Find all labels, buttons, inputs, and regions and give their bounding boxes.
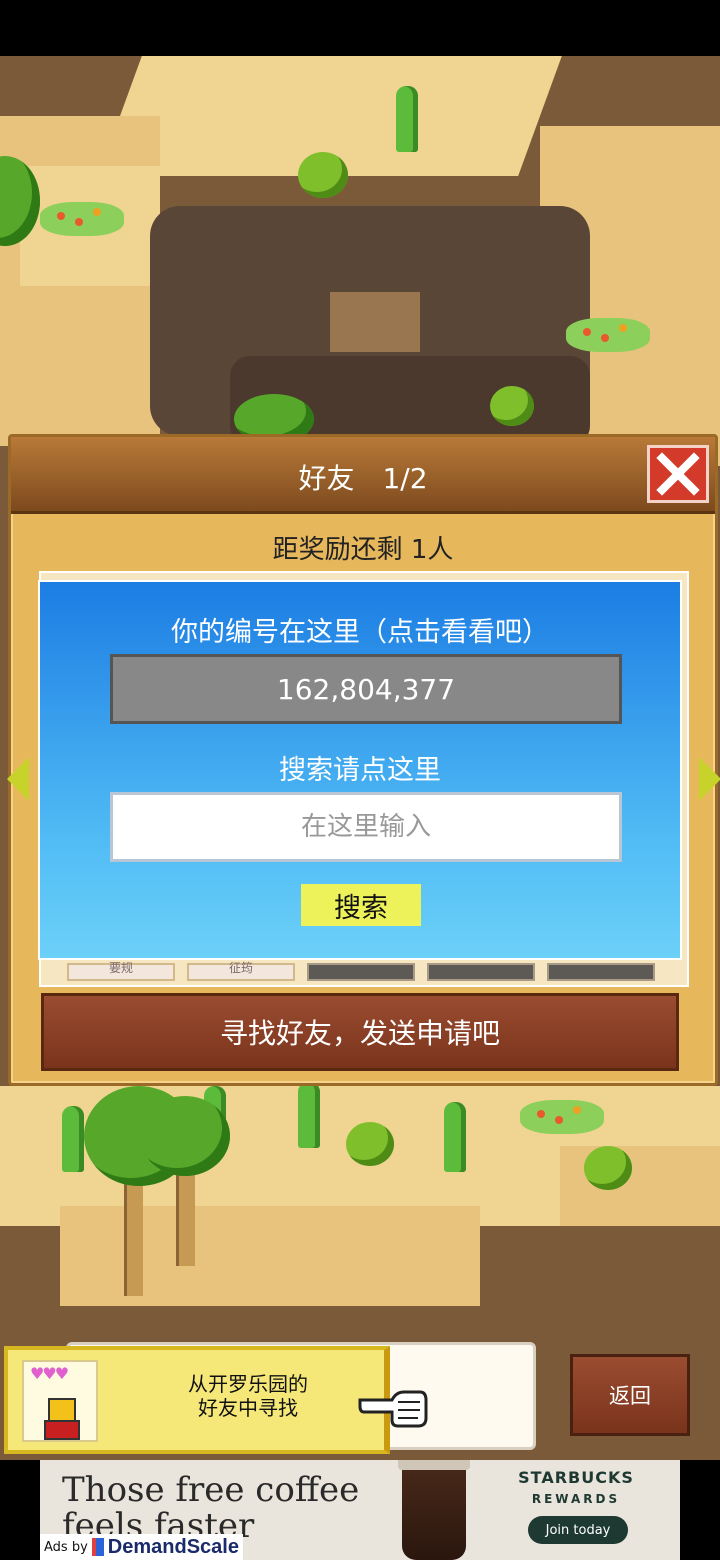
dialog-title: 好友 1/2 (298, 462, 428, 495)
search-input[interactable] (110, 792, 622, 862)
close-icon (656, 452, 700, 496)
back-button[interactable]: 返回 (570, 1354, 690, 1436)
ad-banner[interactable]: Those free coffee feels faster STARBUCKS… (40, 1460, 680, 1560)
dialog-header: 好友 1/2 (11, 437, 715, 514)
cactus (444, 1102, 466, 1172)
flower-bush (520, 1100, 604, 1134)
friend-search-panel: 你的编号在这里（点击看看吧） 162,804,377 搜索请点这里 搜索 (38, 580, 682, 960)
close-button[interactable] (647, 445, 709, 503)
reward-remaining-text: 距奖励还剩 1人 (272, 535, 454, 565)
bush (490, 386, 534, 426)
ads-by-label[interactable]: Ads by DemandScale (40, 1534, 243, 1560)
friend-slot-empty[interactable] (547, 963, 655, 981)
sand-tile (330, 292, 420, 352)
avatar: ♥♥♥ (22, 1360, 98, 1442)
friend-slot-empty[interactable] (307, 963, 415, 981)
cairo-friends-card[interactable]: ♥♥♥ 从开罗乐园的 好友中寻找 (4, 1346, 390, 1454)
sand-tile (560, 1146, 720, 1226)
cactus (62, 1106, 84, 1172)
coffee-cup-image (398, 1460, 470, 1560)
ad-join-button[interactable]: Join today (528, 1516, 628, 1544)
sand-tile (60, 1206, 480, 1306)
pointing-hand-icon (358, 1390, 428, 1428)
friend-slot-label: 征筠 (228, 961, 253, 975)
palm-tree (140, 1096, 230, 1176)
flower-bush (566, 318, 650, 352)
next-page-arrow-icon[interactable] (699, 757, 720, 801)
bush (298, 152, 348, 198)
ad-program: REWARDS (531, 1492, 621, 1506)
bush (584, 1146, 632, 1190)
cactus (298, 1082, 320, 1148)
hint-text: 从开罗乐园的 好友中寻找 (188, 1372, 308, 1420)
friend-slot[interactable]: 征筠 (187, 961, 295, 981)
search-button[interactable]: 搜索 (301, 884, 421, 926)
ads-by-text: Ads by (44, 1539, 88, 1555)
friend-slot-empty[interactable] (427, 963, 535, 981)
robot-icon (48, 1398, 76, 1422)
ad-network-name: DemandScale (107, 1535, 239, 1558)
robot-body (44, 1420, 80, 1440)
demandscale-logo-icon (91, 1538, 104, 1556)
player-id-label: 你的编号在这里（点击看看吧） (171, 617, 549, 648)
bush (346, 1122, 394, 1166)
ad-brand: STARBUCKS (518, 1468, 634, 1487)
prev-page-arrow-icon[interactable] (7, 757, 29, 801)
cactus (396, 86, 418, 152)
find-friends-button[interactable]: 寻找好友，发送申请吧 (41, 993, 679, 1071)
friend-slot-label: 要规 (108, 961, 133, 975)
flower-bush (40, 202, 124, 236)
friend-slot[interactable]: 要规 (67, 961, 175, 981)
player-id-box[interactable]: 162,804,377 (110, 654, 622, 724)
hearts-icon: ♥♥♥ (30, 1364, 69, 1383)
search-label: 搜索请点这里 (279, 755, 441, 786)
status-bar (0, 0, 720, 56)
